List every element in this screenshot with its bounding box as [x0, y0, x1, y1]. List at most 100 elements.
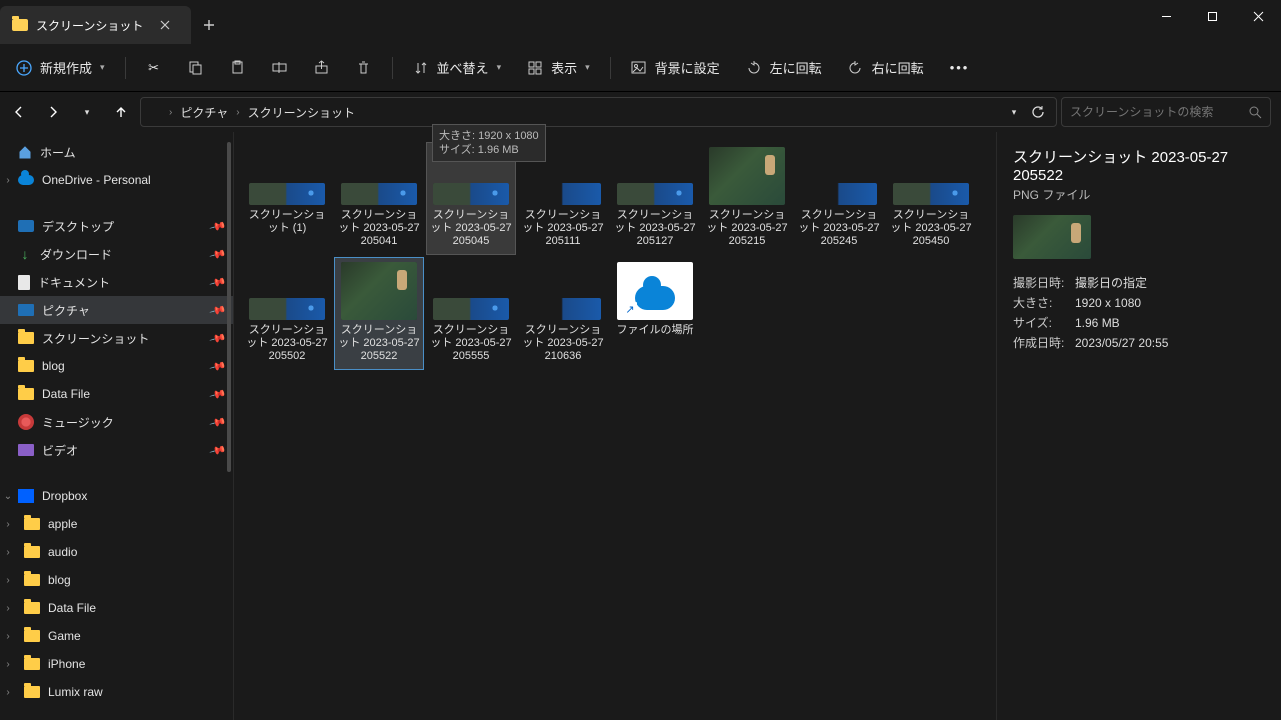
sidebar-item[interactable]: ›blog [0, 566, 233, 594]
tab-close-button[interactable] [151, 11, 179, 39]
file-view[interactable]: 大きさ: 1920 x 1080 サイズ: 1.96 MB スクリーンショット … [234, 132, 997, 720]
chevron-right-icon[interactable]: › [2, 575, 14, 586]
pin-icon: 📌 [209, 385, 227, 403]
file-item[interactable]: スクリーンショット 2023-05-27 205502 [242, 257, 332, 370]
sidebar-item[interactable]: › audio [0, 538, 233, 566]
thumbnail [249, 298, 325, 320]
copy-button[interactable] [178, 54, 214, 82]
file-item[interactable]: スクリーンショット (1) [242, 142, 332, 255]
file-item[interactable]: スクリーンショット 2023-05-27 205127 [610, 142, 700, 255]
main-area: ホーム › OneDrive - Personal デスクトップ📌↓ダウンロード… [0, 132, 1281, 720]
sidebar-item[interactable]: ビデオ📌 [0, 436, 233, 464]
chevron-right-icon[interactable]: › [2, 547, 14, 558]
file-name: スクリーンショット 2023-05-27 205215 [705, 209, 789, 248]
details-label: 作成日時: [1013, 333, 1075, 353]
sidebar-item[interactable]: ミュージック📌 [0, 408, 233, 436]
thumbnail [709, 147, 785, 205]
sidebar-item[interactable]: ›apple [0, 510, 233, 538]
chevron-right-icon[interactable]: › [2, 687, 14, 698]
sidebar-label: スクリーンショット [42, 330, 149, 347]
delete-button[interactable] [346, 54, 382, 82]
rotate-left-button[interactable]: 左に回転 [736, 52, 832, 83]
new-tab-button[interactable] [191, 6, 227, 44]
file-item[interactable]: スクリーンショット 2023-05-27 205215 [702, 142, 792, 255]
sort-label: 並べ替え [437, 58, 489, 77]
chevron-right-icon[interactable]: › [2, 631, 14, 642]
window-tab[interactable]: スクリーンショット [0, 6, 191, 44]
folder-icon [24, 518, 40, 530]
set-background-button[interactable]: 背景に設定 [621, 52, 730, 83]
file-item[interactable]: スクリーンショット 2023-05-27 205450 [886, 142, 976, 255]
sidebar-item[interactable]: Data File📌 [0, 380, 233, 408]
separator [610, 57, 611, 79]
close-button[interactable] [1235, 0, 1281, 32]
rotate-right-button[interactable]: 右に回転 [838, 52, 934, 83]
recent-button[interactable]: ▾ [72, 97, 102, 127]
forward-button[interactable] [38, 97, 68, 127]
chevron-right-icon[interactable]: › [2, 659, 14, 670]
sidebar-item[interactable]: ›Lumix raw [0, 678, 233, 706]
folder-icon [24, 602, 40, 614]
sidebar-item[interactable]: スクリーンショット📌 [0, 324, 233, 352]
minimize-button[interactable] [1143, 0, 1189, 32]
sidebar-item[interactable]: ドキュメント 📌 [0, 268, 233, 296]
sidebar-item[interactable]: ›iPhone [0, 650, 233, 678]
search-box[interactable] [1061, 97, 1271, 127]
file-name: スクリーンショット 2023-05-27 205111 [521, 209, 605, 248]
sidebar-label: ホーム [40, 144, 76, 161]
rename-button[interactable] [262, 54, 298, 82]
address-dropdown-button[interactable]: ▾ [1004, 97, 1024, 127]
cut-button[interactable]: ✂ [136, 54, 172, 82]
file-name: ファイルの場所 [613, 324, 697, 337]
maximize-button[interactable] [1189, 0, 1235, 32]
view-button[interactable]: 表示▾ [517, 52, 600, 83]
file-item[interactable]: スクリーンショット 2023-05-27 205245 [794, 142, 884, 255]
new-button[interactable]: 新規作成 ▾ [6, 52, 115, 83]
sidebar-item[interactable]: デスクトップ 📌 [0, 212, 233, 240]
breadcrumb-item[interactable]: ピクチャ [180, 104, 228, 121]
sidebar-item[interactable]: ›Game [0, 622, 233, 650]
chevron-right-icon[interactable]: › [2, 175, 14, 186]
sidebar-label: ミュージック [42, 414, 114, 431]
search-input[interactable] [1070, 105, 1249, 119]
pin-icon: 📌 [209, 217, 227, 235]
pin-icon: 📌 [209, 273, 227, 291]
sidebar-label: audio [48, 545, 77, 559]
share-button[interactable] [304, 54, 340, 82]
file-item[interactable]: スクリーンショット 2023-05-27 205041 [334, 142, 424, 255]
sidebar-item[interactable]: ↓ダウンロード📌 [0, 240, 233, 268]
up-button[interactable] [106, 97, 136, 127]
file-item[interactable]: スクリーンショット 2023-05-27 205555 [426, 257, 516, 370]
folder-icon [24, 686, 40, 698]
sidebar-dropbox[interactable]: ⌄ Dropbox [0, 482, 233, 510]
sidebar-label: ドキュメント [38, 274, 110, 291]
more-button[interactable]: ••• [940, 54, 980, 81]
file-name: スクリーンショット 2023-05-27 205555 [429, 324, 513, 363]
refresh-button[interactable] [1026, 97, 1050, 127]
sidebar-home[interactable]: ホーム [0, 138, 233, 166]
details-panel: スクリーンショット 2023-05-27 205522 PNG ファイル 撮影日… [997, 132, 1281, 720]
paste-icon [230, 60, 246, 76]
paste-button[interactable] [220, 54, 256, 82]
set-bg-label: 背景に設定 [655, 58, 720, 77]
sidebar-label: デスクトップ [42, 218, 114, 235]
view-label: 表示 [551, 58, 577, 77]
file-item[interactable]: ↗ファイルの場所 [610, 257, 700, 370]
file-name: スクリーンショット (1) [245, 209, 329, 235]
sidebar-item[interactable]: ›Data File [0, 594, 233, 622]
view-icon [527, 60, 543, 76]
chevron-right-icon[interactable]: › [2, 603, 14, 614]
pin-icon: 📌 [209, 245, 227, 263]
chevron-right-icon[interactable]: › [2, 519, 14, 530]
details-label: サイズ: [1013, 313, 1075, 333]
sidebar-item[interactable]: blog📌 [0, 352, 233, 380]
back-button[interactable] [4, 97, 34, 127]
file-item[interactable]: スクリーンショット 2023-05-27 210636 [518, 257, 608, 370]
sort-button[interactable]: 並べ替え▾ [403, 52, 512, 83]
sidebar-onedrive[interactable]: › OneDrive - Personal [0, 166, 233, 194]
file-item[interactable]: スクリーンショット 2023-05-27 205522 [334, 257, 424, 370]
breadcrumb-item[interactable]: スクリーンショット [248, 104, 355, 121]
chevron-down-icon[interactable]: ⌄ [2, 491, 14, 502]
address-bar[interactable]: › ピクチャ › スクリーンショット ▾ [140, 97, 1057, 127]
sidebar-item[interactable]: ピクチャ📌 [0, 296, 233, 324]
